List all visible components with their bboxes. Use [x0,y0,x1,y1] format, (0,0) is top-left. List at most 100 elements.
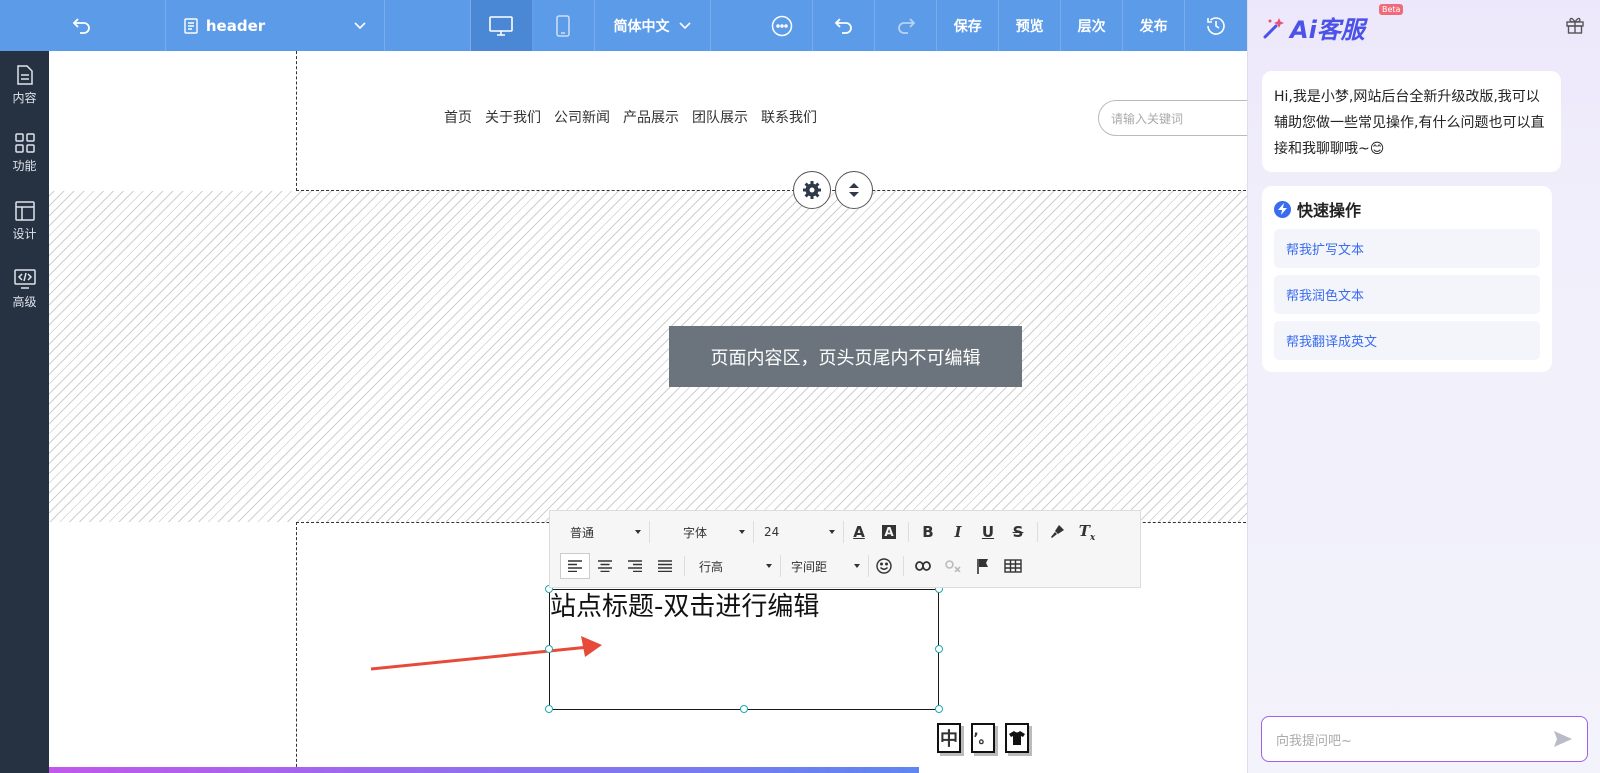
strikethrough-button[interactable]: S [1003,519,1033,545]
background-color-button[interactable]: A [874,519,904,545]
back-button[interactable] [0,0,166,51]
more-icon [771,15,793,36]
site-nav-item[interactable]: 团队展示 [692,107,748,127]
rte-row-1: 普通 字体 24 A A B I U S Tx [560,517,1102,547]
punctuation-button[interactable]: ’。 [971,723,995,753]
caret-down-icon [739,530,745,534]
sidebar-item-content[interactable]: 内容 [0,51,49,119]
resize-handle[interactable] [545,705,553,713]
clear-format-icon: Tx [1078,521,1096,543]
resize-handle[interactable] [935,705,943,713]
history-button[interactable] [1185,0,1247,51]
code-monitor-icon [13,268,36,289]
font-size-dropdown[interactable]: 24 [754,521,844,543]
table-icon [1004,559,1022,573]
sidebar-item-label: 高级 [12,294,37,309]
more-button[interactable] [751,0,814,51]
clear-format-button[interactable]: Tx [1072,519,1102,545]
italic-button[interactable]: I [943,519,973,545]
history-icon [1207,16,1225,35]
ai-logo-text: Ai客服 [1290,16,1365,44]
font-family-dropdown[interactable]: 字体 [650,521,754,543]
bold-button[interactable]: B [913,519,943,545]
preview-button[interactable]: 预览 [999,0,1062,51]
progress-gradient-bar [49,767,919,773]
underline-button[interactable]: U [973,519,1003,545]
emoji-button[interactable] [869,553,899,579]
ime-chinese-button[interactable]: 中 [937,723,961,753]
layers-button[interactable]: 层次 [1061,0,1124,51]
font-color-button[interactable]: A [844,519,874,545]
align-right-button[interactable] [620,553,650,579]
editor-canvas[interactable]: 首页 关于我们 公司新闻 产品展示 团队展示 联系我们 请输入关键词 页面内容区… [49,51,1247,773]
desktop-view-button[interactable] [470,0,533,51]
reorder-button[interactable] [835,171,873,209]
separator [684,556,685,576]
resize-handle[interactable] [935,645,943,653]
grid-icon [14,132,35,153]
sidebar-item-features[interactable]: 功能 [0,119,49,187]
undo-button[interactable] [813,0,876,51]
letter-spacing-dropdown[interactable]: 字间距 [781,555,869,577]
back-arrow-icon [73,17,91,34]
language-selector[interactable]: 简体中文 [595,0,712,51]
sidebar-item-label: 功能 [12,158,37,173]
align-left-button[interactable] [560,553,590,579]
ai-logo: Ai客服 [1262,10,1365,45]
anchor-button[interactable] [968,553,998,579]
table-button[interactable] [998,553,1028,579]
sidebar-item-design[interactable]: 设计 [0,187,49,255]
site-nav-item[interactable]: 联系我们 [761,107,817,127]
separator [903,556,904,576]
gift-button[interactable] [1566,16,1584,38]
send-icon[interactable] [1553,730,1573,748]
mobile-icon [556,14,570,37]
unlink-button[interactable] [938,553,968,579]
sort-icon [849,183,859,197]
paragraph-style-dropdown[interactable]: 普通 [560,521,650,543]
toolbar-spacer [385,0,471,51]
background-color-icon: A [882,525,896,539]
document-icon [16,64,33,85]
brush-icon [1051,525,1064,538]
caret-down-icon [829,530,835,534]
link-button[interactable] [908,553,938,579]
paragraph-style-value: 普通 [570,525,595,540]
quick-action-expand-text[interactable]: 帮我扩写文本 [1274,229,1540,268]
site-title-textbox[interactable]: 站点标题-双击进行编辑 [545,585,943,713]
font-color-icon: A [853,523,865,541]
font-family-value: 字体 [682,525,707,540]
underline-icon: U [981,523,995,541]
site-search-input[interactable]: 请输入关键词 [1098,100,1247,136]
align-justify-icon [658,560,672,572]
align-justify-button[interactable] [650,553,680,579]
sidebar-item-label: 内容 [12,90,37,105]
line-height-value: 行高 [699,559,724,574]
bold-icon: B [922,523,934,541]
site-title-text[interactable]: 站点标题-双击进行编辑 [550,586,819,623]
language-label: 简体中文 [613,18,670,35]
skin-button[interactable] [1005,723,1029,753]
ai-ask-input[interactable]: 向我提问吧~ [1261,716,1588,762]
resize-handle[interactable] [545,645,553,653]
align-center-icon [598,560,612,572]
desktop-icon [489,15,513,36]
chevron-down-icon [354,21,366,29]
rte-row-2: 行高 字间距 [560,551,1028,581]
redo-button[interactable] [875,0,938,51]
save-button[interactable]: 保存 [937,0,1000,51]
sidebar-item-advanced[interactable]: 高级 [0,255,49,323]
mobile-view-button[interactable] [533,0,595,51]
resize-handle[interactable] [740,705,748,713]
quick-action-polish-text[interactable]: 帮我润色文本 [1274,275,1540,314]
settings-button[interactable] [793,171,831,209]
quick-action-translate-english[interactable]: 帮我翻译成英文 [1274,321,1540,360]
quick-actions-title: 快速操作 [1274,196,1540,222]
sidebar-item-label: 设计 [12,226,37,241]
format-painter-button[interactable] [1042,519,1072,545]
align-center-button[interactable] [590,553,620,579]
line-height-dropdown[interactable]: 行高 [689,555,781,577]
page-selector[interactable]: header [166,0,385,51]
publish-button[interactable]: 发布 [1123,0,1186,51]
